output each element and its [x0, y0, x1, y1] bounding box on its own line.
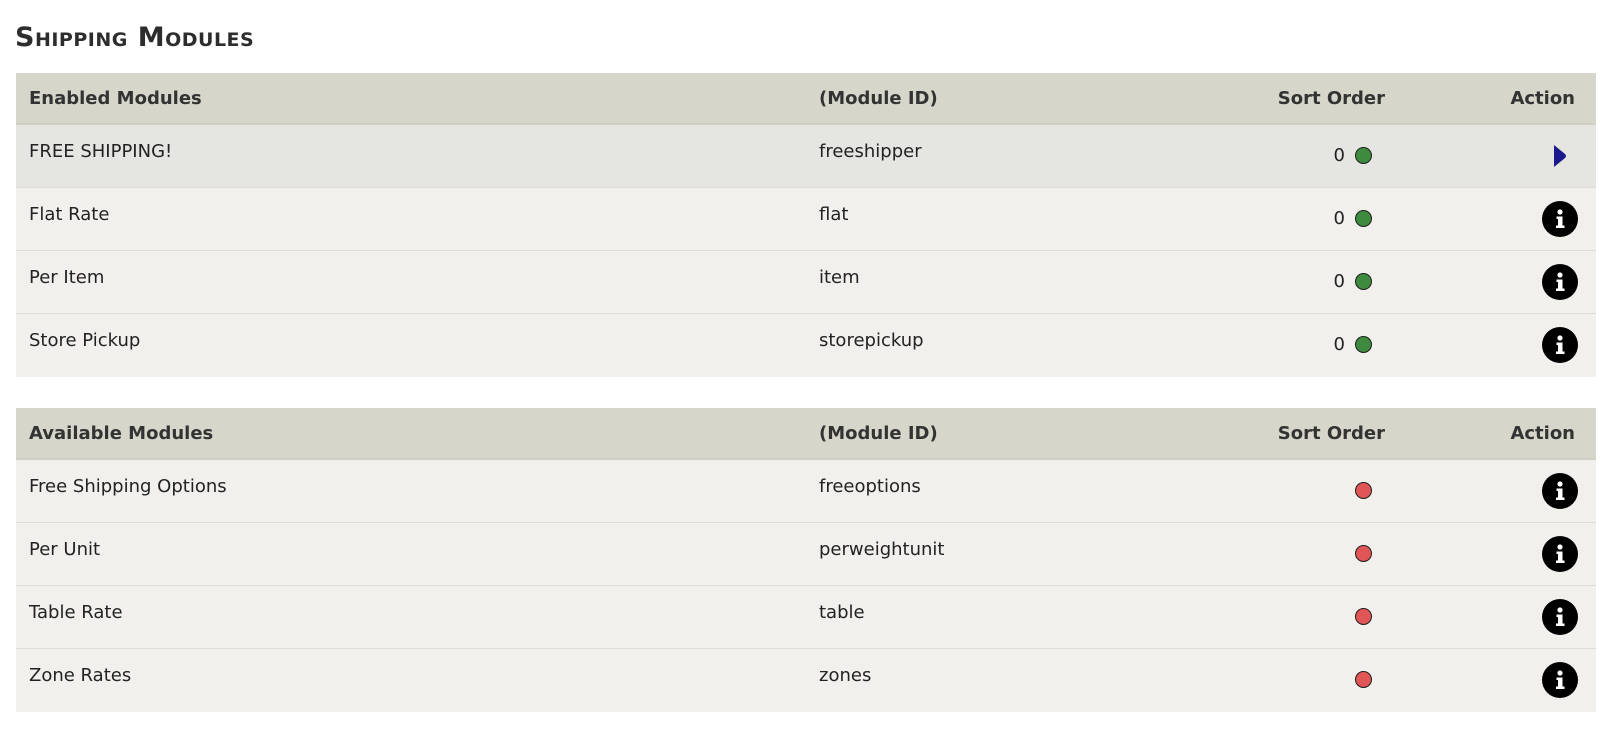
info-button[interactable]: [1542, 662, 1578, 698]
info-icon: [1542, 536, 1578, 572]
module-id: zones: [819, 665, 872, 686]
info-button[interactable]: [1542, 473, 1578, 509]
module-name[interactable]: Table Rate: [29, 602, 123, 623]
sort-order-cell: [1291, 667, 1386, 691]
status-enabled-icon: [1355, 209, 1372, 227]
module-name[interactable]: Free Shipping Options: [29, 476, 227, 497]
module-name[interactable]: Per Item: [29, 267, 104, 288]
table-row[interactable]: Flat Rate flat 0: [16, 188, 1596, 251]
table-row[interactable]: Per Item item 0: [16, 251, 1596, 314]
header-module-name: Enabled Modules: [29, 87, 202, 109]
module-id: flat: [819, 204, 849, 225]
status-disabled-icon: [1355, 481, 1372, 499]
module-name[interactable]: Per Unit: [29, 539, 100, 560]
page-title: Shipping Modules: [15, 22, 255, 53]
info-icon: [1542, 662, 1578, 698]
status-disabled-icon: [1355, 670, 1372, 688]
table-row[interactable]: Zone Rates zones: [16, 649, 1596, 712]
sort-order-value: 0: [1333, 270, 1345, 292]
info-button[interactable]: [1542, 599, 1578, 635]
sort-order-value: 0: [1333, 333, 1345, 355]
info-icon: [1542, 201, 1578, 237]
header-sort-order: Sort Order: [1277, 87, 1385, 109]
info-icon: [1542, 473, 1578, 509]
info-icon: [1542, 264, 1578, 300]
table-header: Available Modules (Module ID) Sort Order…: [16, 408, 1596, 460]
module-id: item: [819, 267, 860, 288]
sort-order-cell: 0: [1291, 269, 1386, 293]
module-id: table: [819, 602, 865, 623]
module-name[interactable]: Flat Rate: [29, 204, 109, 225]
info-icon: [1542, 599, 1578, 635]
status-disabled-icon: [1355, 544, 1372, 562]
module-id: perweightunit: [819, 539, 945, 560]
module-name[interactable]: Zone Rates: [29, 665, 131, 686]
sort-order-cell: 0: [1291, 206, 1386, 230]
table-header: Enabled Modules (Module ID) Sort Order A…: [16, 73, 1596, 125]
enabled-modules-table: Enabled Modules (Module ID) Sort Order A…: [16, 73, 1596, 377]
available-modules-table: Available Modules (Module ID) Sort Order…: [16, 408, 1596, 712]
module-id: storepickup: [819, 330, 924, 351]
sort-order-value: 0: [1333, 207, 1345, 229]
module-id: freeoptions: [819, 476, 921, 497]
status-disabled-icon: [1355, 607, 1372, 625]
table-row[interactable]: Free Shipping Options freeoptions: [16, 460, 1596, 523]
sort-order-cell: 0: [1291, 143, 1386, 167]
info-button[interactable]: [1542, 536, 1578, 572]
info-button[interactable]: [1542, 264, 1578, 300]
table-row[interactable]: FREE SHIPPING! freeshipper 0: [16, 125, 1596, 188]
header-action: Action: [1510, 87, 1575, 109]
status-enabled-icon: [1355, 272, 1372, 290]
sort-order-value: 0: [1333, 144, 1345, 166]
sort-order-cell: [1291, 541, 1386, 565]
header-sort-order: Sort Order: [1277, 422, 1385, 444]
module-id: freeshipper: [819, 141, 922, 162]
header-module-name: Available Modules: [29, 422, 214, 444]
header-action: Action: [1510, 422, 1575, 444]
info-icon: [1542, 327, 1578, 363]
info-button[interactable]: [1542, 201, 1578, 237]
header-module-id: (Module ID): [819, 422, 938, 444]
page: Shipping Modules Enabled Modules (Module…: [0, 0, 1600, 733]
arrow-right-icon: [1542, 138, 1578, 174]
table-row[interactable]: Store Pickup storepickup 0: [16, 314, 1596, 377]
selected-arrow-button[interactable]: [1542, 138, 1578, 174]
status-enabled-icon: [1355, 146, 1372, 164]
module-name[interactable]: Store Pickup: [29, 330, 140, 351]
sort-order-cell: [1291, 478, 1386, 502]
table-row[interactable]: Per Unit perweightunit: [16, 523, 1596, 586]
header-module-id: (Module ID): [819, 87, 938, 109]
sort-order-cell: [1291, 604, 1386, 628]
status-enabled-icon: [1355, 335, 1372, 353]
sort-order-cell: 0: [1291, 332, 1386, 356]
info-button[interactable]: [1542, 327, 1578, 363]
table-row[interactable]: Table Rate table: [16, 586, 1596, 649]
module-name[interactable]: FREE SHIPPING!: [29, 141, 172, 162]
